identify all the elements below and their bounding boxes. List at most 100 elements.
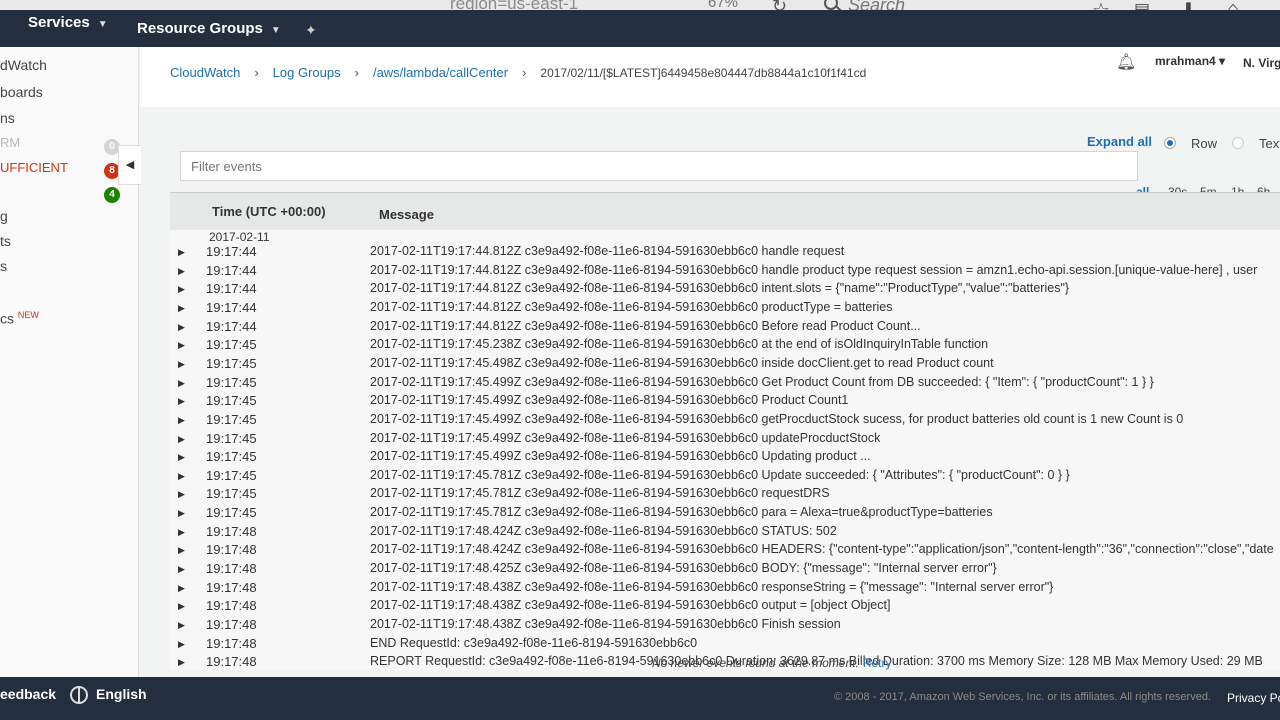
- sidebar-item-billing[interactable]: g: [0, 208, 8, 224]
- row-view-radio[interactable]: [1164, 137, 1176, 149]
- feedback-link[interactable]: eedback: [0, 686, 56, 702]
- breadcrumb-log-stream: 2017/02/11/[$LATEST]6449458e804447db8844…: [540, 66, 867, 80]
- expand-row-icon[interactable]: ▶: [178, 583, 185, 594]
- expand-row-icon[interactable]: ▶: [178, 527, 185, 538]
- breadcrumb-cloudwatch[interactable]: CloudWatch: [170, 65, 240, 80]
- expand-row-icon[interactable]: ▶: [178, 452, 185, 463]
- expand-row-icon[interactable]: ▶: [178, 378, 185, 389]
- expand-row-icon[interactable]: ▶: [178, 657, 185, 668]
- expand-row-icon[interactable]: ▶: [178, 303, 185, 314]
- log-event-time: 19:17:45: [206, 393, 257, 409]
- resource-groups-menu[interactable]: Resource Groups ▼: [137, 20, 281, 37]
- log-event-row[interactable]: ▶ 19:17:48 2017-02-11T19:17:48.438Z c3e9a4…: [170, 598, 1280, 616]
- log-event-time: 19:17:48: [206, 617, 257, 632]
- no-newer-events-status: No newer events found at the moment. Retr…: [652, 656, 891, 670]
- log-event-time: 19:17:48: [206, 523, 257, 539]
- breadcrumb-separator: ›: [522, 65, 527, 80]
- text-view-label: Text: [1259, 136, 1280, 151]
- log-event-row[interactable]: ▶ 19:17:44 2017-02-11T19:17:44.812Z c3e9a4…: [170, 281, 1280, 299]
- log-event-row[interactable]: ▶ 19:17:44 2017-02-11T19:17:44.812Z c3e9a4…: [170, 244, 1280, 262]
- sidebar-item-alarm[interactable]: RM: [0, 135, 20, 150]
- log-event-message: 2017-02-11T19:17:45.498Z c3e9a492-f08e-1…: [370, 355, 994, 370]
- filter-events-field[interactable]: [180, 151, 1157, 181]
- log-event-message: 2017-02-11T19:17:45.781Z c3e9a492-f08e-1…: [370, 467, 1070, 482]
- log-event-message: 2017-02-11T19:17:48.438Z c3e9a492-f08e-1…: [370, 579, 1054, 594]
- log-event-row[interactable]: ▶ 19:17:45 2017-02-11T19:17:45.781Z c3e9a4…: [170, 468, 1280, 486]
- expand-row-icon[interactable]: ▶: [178, 489, 185, 500]
- expand-row-icon[interactable]: ▶: [178, 247, 185, 258]
- expand-row-icon[interactable]: ▶: [178, 359, 185, 370]
- aws-top-nav: Services ▼ Resource Groups ▼ ✦: [0, 10, 1280, 47]
- log-event-row[interactable]: ▶ 19:17:45 2017-02-11T19:17:45.499Z c3e9a4…: [170, 393, 1280, 411]
- breadcrumb-separator: ›: [354, 65, 359, 80]
- filter-events-input[interactable]: [181, 152, 1157, 180]
- expand-row-icon[interactable]: ▶: [178, 322, 185, 333]
- log-events-list[interactable]: 2017-02-11 ▶ 19:17:44 2017-02-11T19:17:44.…: [170, 230, 1280, 670]
- expand-row-icon[interactable]: ▶: [178, 340, 185, 351]
- log-event-time: 19:17:44: [206, 262, 257, 278]
- expand-row-icon[interactable]: ▶: [178, 396, 185, 407]
- breadcrumb: CloudWatch › Log Groups › /aws/lambda/callCe…: [170, 65, 866, 80]
- log-event-message: 2017-02-11T19:17:48.424Z c3e9a492-f08e-1…: [370, 523, 837, 538]
- log-event-row[interactable]: ▶ 19:17:45 2017-02-11T19:17:45.499Z c3e9a4…: [170, 431, 1280, 449]
- log-event-row[interactable]: ▶ 19:17:45 2017-02-11T19:17:45.499Z c3e9a4…: [170, 375, 1280, 393]
- chevron-down-icon: ▼: [97, 19, 108, 30]
- expand-all-link[interactable]: Expand all: [1087, 134, 1152, 149]
- log-event-time: 19:17:45: [206, 430, 257, 446]
- log-event-time: 19:17:45: [206, 449, 257, 465]
- log-event-row[interactable]: ▶ 19:17:44 2017-02-11T19:17:44.812Z c3e9a4…: [170, 300, 1280, 318]
- expand-row-icon[interactable]: ▶: [178, 415, 185, 426]
- sidebar-item-insufficient[interactable]: UFFICIENT: [0, 160, 68, 175]
- expand-row-icon[interactable]: ▶: [178, 284, 185, 295]
- sidebar-item-dashboards[interactable]: boards: [0, 84, 43, 100]
- log-event-time: 19:17:48: [206, 598, 257, 614]
- sidebar-item-alarms[interactable]: ns: [0, 110, 15, 126]
- time-column-header[interactable]: Time (UTC +00:00): [212, 204, 326, 219]
- sidebar-item-metrics[interactable]: cs NEW: [0, 310, 39, 327]
- sidebar-item-events[interactable]: ts: [0, 233, 11, 249]
- expand-row-icon[interactable]: ▶: [178, 434, 185, 445]
- search-icon: [824, 0, 838, 10]
- expand-row-icon[interactable]: ▶: [178, 601, 185, 612]
- privacy-policy-link[interactable]: Privacy Po: [1227, 691, 1280, 705]
- resource-groups-label: Resource Groups: [137, 20, 263, 37]
- log-event-row[interactable]: ▶ 19:17:48 2017-02-11T19:17:48.425Z c3e9a4…: [170, 561, 1280, 579]
- services-menu[interactable]: Services ▼: [28, 14, 108, 31]
- log-event-row[interactable]: ▶ 19:17:44 2017-02-11T19:17:44.812Z c3e9a4…: [170, 319, 1280, 337]
- expand-row-icon[interactable]: ▶: [178, 564, 185, 575]
- text-view-radio[interactable]: [1232, 137, 1244, 149]
- log-event-row[interactable]: ▶ 19:17:44 2017-02-11T19:17:44.812Z c3e9a4…: [170, 263, 1280, 281]
- log-event-row[interactable]: ▶ 19:17:45 2017-02-11T19:17:45.499Z c3e9a4…: [170, 412, 1280, 430]
- services-label: Services: [28, 14, 90, 31]
- log-event-row[interactable]: ▶ 19:17:45 2017-02-11T19:17:45.781Z c3e9a4…: [170, 486, 1280, 504]
- log-event-row[interactable]: ▶ 19:17:48 2017-02-11T19:17:48.424Z c3e9a4…: [170, 524, 1280, 542]
- expand-row-icon[interactable]: ▶: [178, 639, 185, 650]
- language-selector[interactable]: English: [96, 686, 147, 702]
- expand-row-icon[interactable]: ▶: [178, 508, 185, 519]
- sidebar-item-logs[interactable]: s: [0, 258, 7, 274]
- breadcrumb-log-groups[interactable]: Log Groups: [273, 65, 341, 80]
- pin-icon[interactable]: ✦: [305, 22, 317, 39]
- log-event-time: 19:17:48: [206, 635, 257, 651]
- log-event-row[interactable]: ▶ 19:17:45 2017-02-11T19:17:45.498Z c3e9a4…: [170, 356, 1280, 374]
- retry-link[interactable]: Retry: [863, 656, 892, 670]
- log-event-row[interactable]: ▶ 19:17:45 2017-02-11T19:17:45.781Z c3e9a4…: [170, 505, 1280, 523]
- log-event-row[interactable]: ▶ 19:17:48 2017-02-11T19:17:48.438Z c3e9a4…: [170, 580, 1280, 598]
- log-event-row[interactable]: ▶ 19:17:45 2017-02-11T19:17:45.499Z c3e9a4…: [170, 449, 1280, 467]
- log-event-row[interactable]: ▶ 19:17:45 2017-02-11T19:17:45.238Z c3e9a4…: [170, 337, 1280, 355]
- console-footer: eedback English © 2008 - 2017, Amazon We…: [0, 677, 1280, 720]
- log-event-row[interactable]: ▶ 19:17:48 2017-02-11T19:17:48.424Z c3e9a4…: [170, 542, 1280, 560]
- log-event-time: 19:17:48: [206, 579, 257, 595]
- expand-row-icon[interactable]: ▶: [178, 266, 185, 277]
- collapse-sidebar-button[interactable]: ◀: [118, 145, 141, 185]
- log-event-time: 19:17:48: [206, 561, 257, 577]
- expand-row-icon[interactable]: ▶: [178, 471, 185, 482]
- log-event-time: 19:17:44: [206, 318, 257, 334]
- sidebar-item-cloudwatch[interactable]: dWatch: [0, 57, 47, 73]
- log-event-row[interactable]: ▶ 19:17:48 2017-02-11T19:17:48.438Z c3e9a4…: [170, 617, 1280, 635]
- expand-row-icon[interactable]: ▶: [178, 620, 185, 631]
- expand-row-icon[interactable]: ▶: [178, 545, 185, 556]
- breadcrumb-log-group[interactable]: /aws/lambda/callCenter: [373, 65, 508, 80]
- log-event-time: 19:17:48: [206, 654, 257, 670]
- log-event-row[interactable]: ▶ 19:17:48 END RequestId: c3e9a492-f08e-11…: [170, 636, 1280, 654]
